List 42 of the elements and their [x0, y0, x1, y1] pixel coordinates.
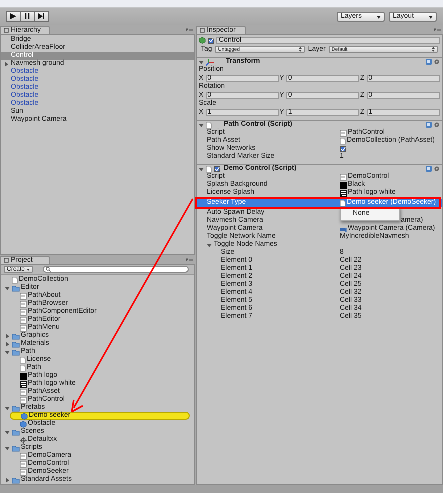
step-icon [38, 13, 45, 20]
document-icon [340, 138, 346, 144]
search-icon [46, 267, 52, 272]
panel-menu-icon [434, 28, 441, 32]
document-icon [340, 200, 346, 206]
texture-thumbnail-icon [20, 372, 27, 380]
script-file-icon [340, 130, 347, 136]
caret-icon [429, 16, 433, 18]
checkmark-icon [340, 146, 346, 152]
cube-icon [199, 37, 206, 44]
caret-icon [27, 268, 30, 270]
checkmark-icon [208, 38, 214, 43]
panel-menu-icon [186, 258, 193, 262]
camera-icon [340, 226, 347, 232]
enable-checkbox[interactable] [214, 166, 220, 172]
play-icon [10, 13, 17, 20]
panel-menu-icon [186, 28, 193, 32]
caret-icon [377, 16, 381, 18]
texture-thumbnail-icon [340, 182, 347, 188]
settings-icon [434, 122, 440, 128]
updown-caret-icon [299, 47, 302, 52]
search-field[interactable] [43, 266, 189, 273]
settings-icon [434, 59, 440, 65]
step-button[interactable] [34, 11, 49, 22]
collapsed-triangle-icon [4, 62, 9, 66]
folder-icon [12, 444, 20, 452]
checkmark-icon [214, 166, 220, 172]
scene-icon [20, 436, 27, 444]
script-file-icon [340, 174, 347, 180]
settings-icon [434, 166, 440, 172]
folder-icon [12, 284, 20, 292]
play-button[interactable] [6, 11, 21, 22]
document-icon [12, 276, 18, 284]
pause-button[interactable] [20, 11, 35, 22]
logo-thumbnail-icon [340, 190, 347, 196]
axes-icon [206, 58, 214, 66]
logo-thumbnail-icon [20, 380, 27, 388]
pause-icon [24, 13, 31, 20]
updown-caret-icon [432, 47, 435, 52]
checkbox[interactable] [340, 146, 346, 152]
active-checkbox[interactable] [208, 38, 214, 44]
folder-icon [12, 428, 20, 436]
